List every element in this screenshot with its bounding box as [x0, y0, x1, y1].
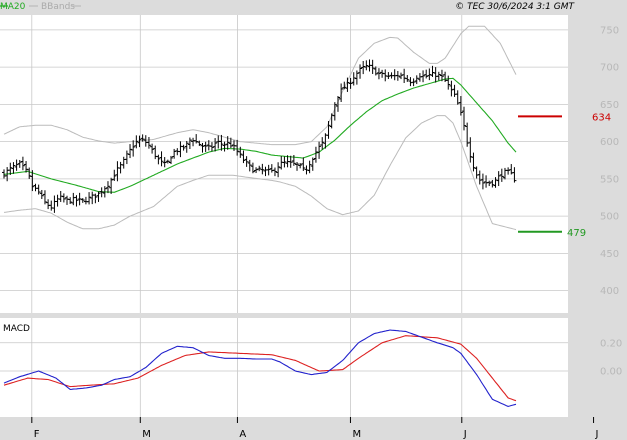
month-tick-label: M: [142, 429, 151, 440]
ma20-legend-label: MA20: [0, 2, 26, 12]
bbands-legend-label: BBands: [41, 2, 75, 12]
month-tick-label: F: [34, 429, 40, 440]
price-tick-label: 750: [600, 25, 619, 36]
month-tick-label: J: [463, 429, 467, 440]
stock-chart: 400 450 500 550 600 650 700 750 634 479 0.20 0.00…: [0, 0, 627, 440]
price-tick-label: 400: [600, 286, 619, 297]
price-tick-label: 450: [600, 249, 619, 260]
price-tick-label: 700: [600, 63, 619, 74]
macd-tick-label: 0.20: [600, 338, 622, 349]
price-tick-label: 550: [600, 174, 619, 185]
month-tick-label: J: [595, 429, 599, 440]
copyright-text: © TEC 30/6/2024 3:1 GMT: [455, 2, 575, 12]
macd-panel: [0, 318, 568, 417]
macd-tick-label: 0.00: [600, 367, 622, 378]
support-level-label: 479: [567, 228, 586, 239]
month-tick-label: A: [239, 429, 246, 440]
price-tick-label: 600: [600, 137, 619, 148]
month-tick-label: M: [352, 429, 361, 440]
price-tick-label: 500: [600, 212, 619, 223]
resistance-level-label: 634: [592, 112, 611, 123]
macd-title: MACD: [3, 324, 30, 334]
price-tick-label: 650: [600, 100, 619, 111]
